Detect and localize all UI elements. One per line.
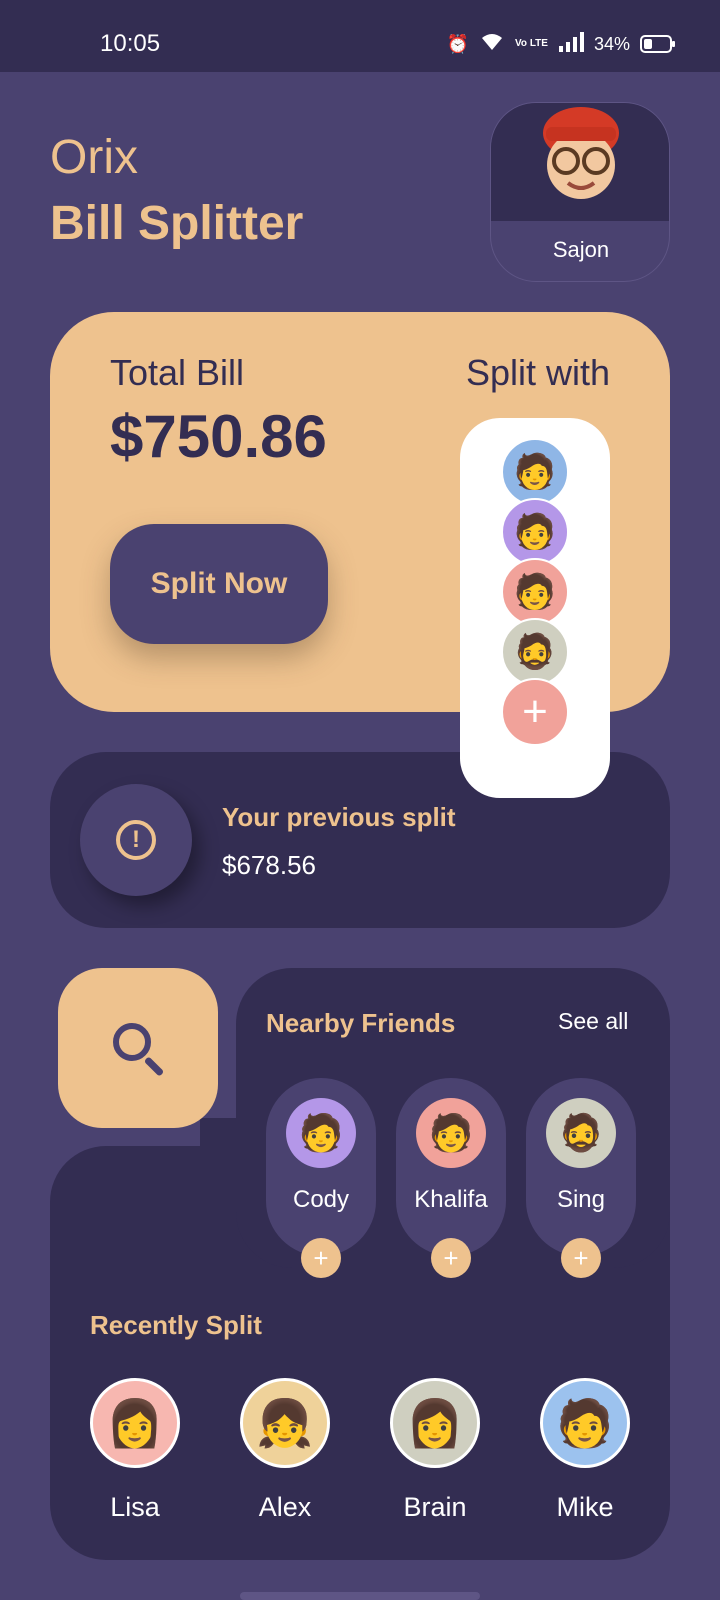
recently-split-title: Recently Split — [90, 1310, 262, 1340]
recent-name: Lisa — [110, 1492, 160, 1522]
info-icon: ! — [80, 784, 192, 896]
split-with-label: Split with — [465, 352, 610, 393]
add-friend-button[interactable]: + — [561, 1238, 601, 1278]
split-avatar[interactable]: 🧔 — [501, 618, 569, 686]
friend-avatar: 🧑 — [286, 1098, 356, 1168]
recent-person[interactable]: 👩 Brain — [390, 1378, 480, 1523]
nearby-friend-card[interactable]: 🧑 Cody + — [266, 1078, 376, 1278]
total-bill-label: Total Bill — [110, 352, 245, 393]
friend-name: Khalifa — [414, 1186, 488, 1213]
status-bar: 10:05 ⏰ Vo LTE 34% — [0, 0, 720, 72]
split-now-button[interactable]: Split Now — [110, 524, 328, 644]
friend-name: Cody — [292, 1186, 350, 1213]
brand-name: Orix — [50, 131, 138, 184]
wifi-icon — [479, 32, 505, 57]
split-avatar[interactable]: 🧑 — [501, 498, 569, 566]
status-icons: ⏰ Vo LTE 34% — [446, 30, 675, 58]
recent-person[interactable]: 👩 Lisa — [90, 1378, 180, 1523]
battery-percent: 34% — [593, 33, 630, 54]
friend-name: Sing — [556, 1186, 606, 1213]
recent-person[interactable]: 🧑 Mike — [540, 1378, 630, 1523]
alarm-icon: ⏰ — [446, 33, 469, 54]
previous-split-title: Your previous split — [222, 802, 456, 832]
recent-person[interactable]: 👧 Alex — [240, 1378, 330, 1523]
previous-split-amount: $678.56 — [222, 850, 316, 880]
signal-icon — [558, 31, 584, 57]
friend-avatar: 🧑 — [416, 1098, 486, 1168]
friend-avatar: 🧔 — [546, 1098, 616, 1168]
status-time: 10:05 — [100, 30, 161, 57]
add-split-person-button[interactable]: + — [501, 678, 569, 746]
nearby-friend-card[interactable]: 🧑 Khalifa + — [396, 1078, 506, 1278]
battery-level — [644, 39, 652, 49]
recent-name: Alex — [258, 1492, 312, 1522]
add-friend-button[interactable]: + — [431, 1238, 471, 1278]
recent-avatar: 🧑 — [540, 1378, 630, 1468]
recent-name: Brain — [403, 1492, 467, 1522]
recent-avatar: 👩 — [90, 1378, 180, 1468]
split-avatar[interactable]: 🧑 — [501, 438, 569, 506]
recent-name: Mike — [556, 1492, 614, 1522]
battery-icon — [640, 35, 675, 53]
app-title: Bill Splitter — [50, 197, 304, 250]
profile-avatar — [538, 103, 624, 203]
home-indicator[interactable] — [240, 1592, 480, 1600]
profile-card[interactable]: Sajon — [490, 102, 670, 282]
see-all-link[interactable]: See all — [558, 1008, 628, 1035]
add-friend-button[interactable]: + — [301, 1238, 341, 1278]
profile-name: Sajon — [552, 237, 610, 262]
search-button[interactable] — [58, 968, 218, 1128]
search-icon — [113, 1023, 151, 1061]
total-bill-amount: $750.86 — [110, 403, 327, 470]
volte-icon: Vo LTE — [515, 38, 548, 49]
nearby-friend-card[interactable]: 🧔 Sing + — [526, 1078, 636, 1278]
split-with-panel: 🧑 🧑 🧑 🧔 + — [460, 418, 610, 798]
recent-avatar: 👧 — [240, 1378, 330, 1468]
profile-avatar-area — [491, 103, 669, 221]
recent-avatar: 👩 — [390, 1378, 480, 1468]
nearby-friends-title: Nearby Friends — [266, 1008, 456, 1038]
split-avatar[interactable]: 🧑 — [501, 558, 569, 626]
